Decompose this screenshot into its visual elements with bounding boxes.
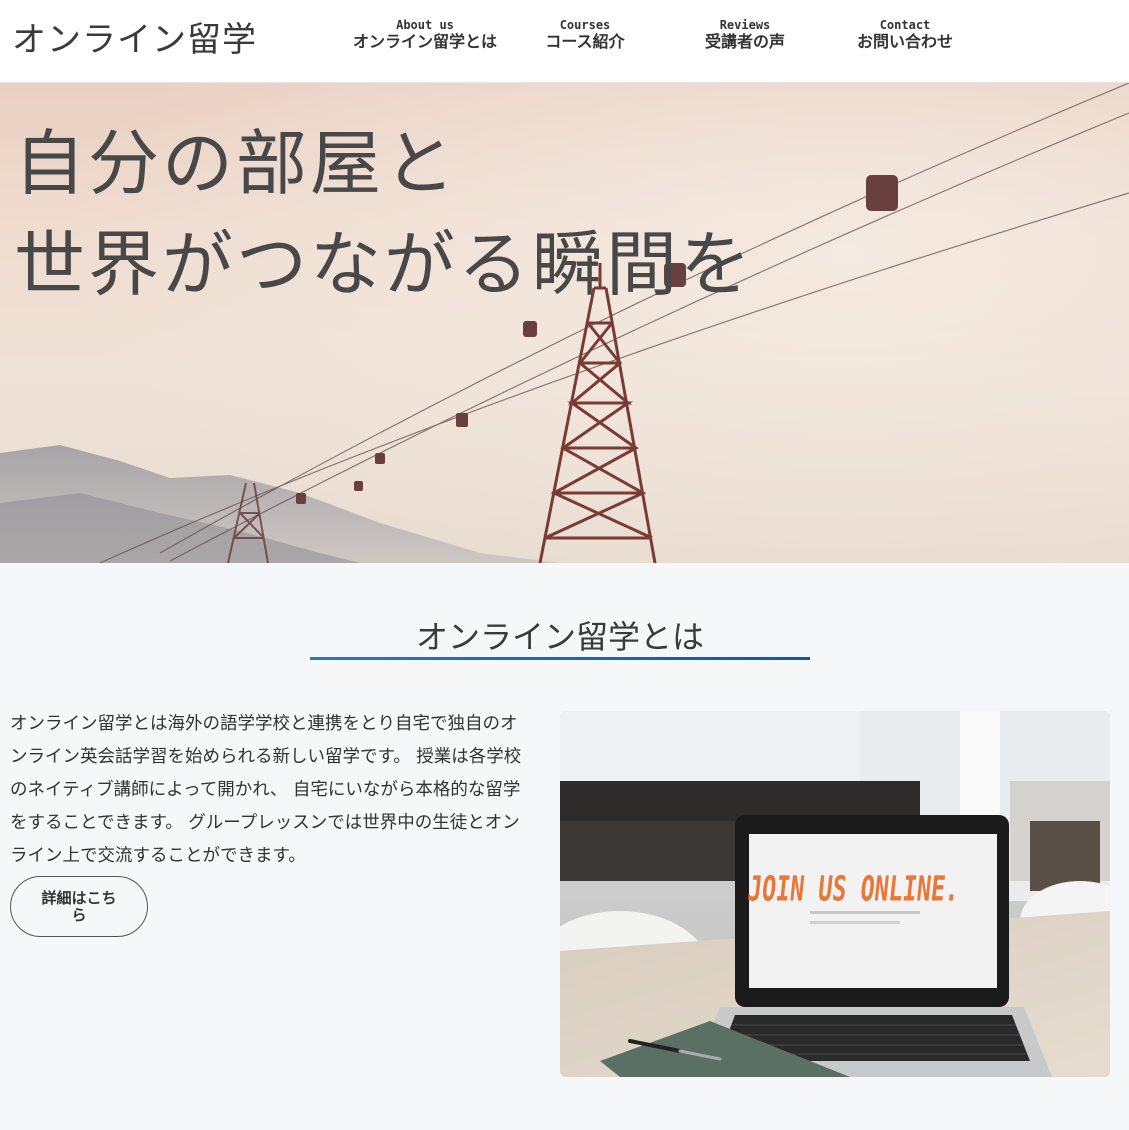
section-title: オンライン留学とは xyxy=(415,618,704,656)
nav-item-ja-label: コース紹介 xyxy=(545,32,625,51)
details-button[interactable]: 詳細はこちら xyxy=(10,876,148,937)
hero-section: 自分の部屋と 世界がつながる瞬間を xyxy=(0,83,1129,563)
laptop-photo-illustration: JOIN US ONLINE. xyxy=(560,711,1110,1077)
site-header: オンライン留学 About us オンライン留学とは Courses コース紹介… xyxy=(0,0,1129,83)
hero-headline: 自分の部屋と 世界がつながる瞬間を xyxy=(14,113,754,315)
main-nav: About us オンライン留学とは Courses コース紹介 Reviews… xyxy=(330,18,990,62)
nav-item-about[interactable]: About us オンライン留学とは xyxy=(345,18,505,52)
section-underline xyxy=(310,657,810,660)
site-logo[interactable]: オンライン留学 xyxy=(12,12,257,61)
about-description: オンライン留学とは海外の語学学校と連携をとり自宅で独自のオンライン英会話学習を始… xyxy=(10,714,522,866)
laptop-screen-heading: JOIN US ONLINE. xyxy=(746,869,961,909)
nav-item-ja-label: オンライン留学とは xyxy=(352,32,497,51)
hero-headline-line2: 世界がつながる瞬間を xyxy=(14,223,755,306)
nav-item-en-label: Reviews xyxy=(719,18,771,32)
nav-item-courses[interactable]: Courses コース紹介 xyxy=(505,18,665,52)
nav-item-ja-label: お問い合わせ xyxy=(856,32,953,51)
nav-item-reviews[interactable]: Reviews 受講者の声 xyxy=(665,18,825,52)
nav-item-en-label: Contact xyxy=(879,18,931,32)
nav-item-en-label: Courses xyxy=(559,18,611,32)
nav-item-ja-label: 受講者の声 xyxy=(704,32,785,51)
hero-headline-line1: 自分の部屋と xyxy=(14,122,459,205)
laptop-photo: JOIN US ONLINE. xyxy=(560,711,1110,1077)
nav-item-en-label: About us xyxy=(396,18,454,32)
nav-item-contact[interactable]: Contact お問い合わせ xyxy=(825,18,985,52)
